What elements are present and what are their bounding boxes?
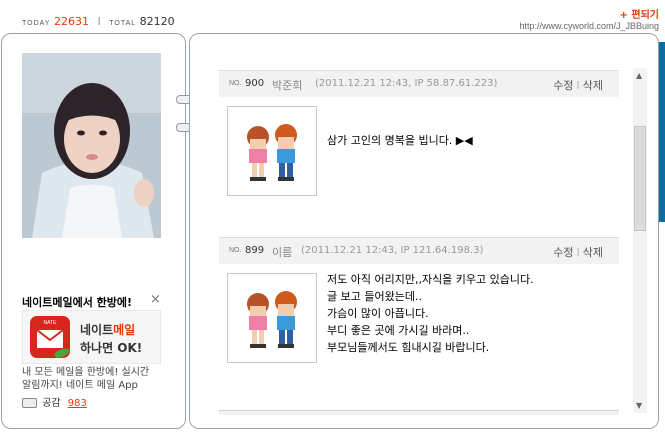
today-label: TODAY xyxy=(22,20,51,27)
profile-panel: 네이트메일에서 한방에! × NATE 네이트메일 하나면 OK! 내 모든 메… xyxy=(1,33,186,429)
entry-number: 900 xyxy=(245,78,265,89)
entry-author[interactable]: 이름 xyxy=(272,244,292,260)
entry-meta: (2011.12.21 12:43, IP 58.87.61.223) xyxy=(315,78,498,89)
side-menu-strip[interactable] xyxy=(659,42,665,222)
sympathy-button[interactable]: 공감 983 xyxy=(22,394,87,409)
entry-actions: 수정 I 삭제 xyxy=(553,246,603,259)
minimi-avatar[interactable] xyxy=(227,106,317,196)
top-bar: TODAY 22631 I TOTAL 82120 + 편되기 http://w… xyxy=(0,0,665,34)
minimi-girl-icon xyxy=(247,126,269,181)
total-count: 82120 xyxy=(139,15,175,28)
entry-meta: (2011.12.21 12:43, IP 121.64.198.3) xyxy=(301,245,484,256)
scroll-up-icon[interactable]: ▲ xyxy=(636,71,642,80)
minimi-girl-icon xyxy=(247,293,269,348)
svg-text:네이트메일: 네이트메일 xyxy=(80,322,135,337)
sympathy-count[interactable]: 983 xyxy=(68,398,87,409)
minimi-avatar[interactable] xyxy=(227,273,317,363)
entry-header: NO. 900 박준희 (2011.12.21 12:43, IP 58.87.… xyxy=(219,70,619,97)
close-icon[interactable]: × xyxy=(150,292,161,307)
scrollbar-thumb[interactable] xyxy=(634,126,646,231)
edit-button[interactable]: 수정 xyxy=(553,246,573,259)
ad-description[interactable]: 내 모든 메일을 한방에! 실시간 알림까지! 네이트 메일 App xyxy=(22,366,172,392)
visitor-counter: TODAY 22631 I TOTAL 82120 xyxy=(22,15,175,28)
delete-button[interactable]: 삭제 xyxy=(583,246,603,259)
minihome-url[interactable]: http://www.cyworld.com/J_JBBuing xyxy=(519,21,659,31)
profile-photo[interactable] xyxy=(22,53,161,238)
counter-separator: I xyxy=(97,15,101,28)
nate-mail-ad-banner[interactable]: NATE 네이트메일 하나면 OK! xyxy=(21,309,162,365)
minimi-boy-icon xyxy=(275,124,297,181)
entry-message: 저도 아직 어리지만,,자식을 키우고 있습니다. 글 보고 들어왔는데.. 가… xyxy=(327,273,534,354)
entries-bottom-divider xyxy=(219,410,619,415)
entry-actions: 수정 I 삭제 xyxy=(553,79,603,92)
delete-button[interactable]: 삭제 xyxy=(583,79,603,92)
ad-brand-label: NATE xyxy=(44,320,58,326)
entry-header: NO. 899 이름 (2011.12.21 12:43, IP 121.64.… xyxy=(219,237,619,264)
minimi-boy-icon xyxy=(275,291,297,348)
sympathy-icon xyxy=(22,398,37,408)
entry-message: 삼가 고인의 명복을 빕니다. ▶◀ xyxy=(327,134,473,147)
total-label: TOTAL xyxy=(109,20,137,27)
ad-banner-line1-a: 네이트 xyxy=(80,322,113,337)
scroll-down-icon[interactable]: ▼ xyxy=(636,401,642,410)
ad-desc-line1: 내 모든 메일을 한방에! 실시간 xyxy=(22,367,150,378)
entry-number: 899 xyxy=(245,245,265,256)
entry-number-label: NO. xyxy=(229,247,242,254)
scrollbar[interactable]: ▲ ▼ xyxy=(633,68,647,413)
edit-button[interactable]: 수정 xyxy=(553,79,573,92)
ad-desc-line2: 알림까지! 네이트 메일 App xyxy=(22,380,138,391)
sympathy-label: 공감 xyxy=(42,398,61,409)
entry-number-label: NO. xyxy=(229,80,242,87)
entry-author[interactable]: 박준희 xyxy=(272,77,302,93)
ad-banner-line1-b: 메일 xyxy=(113,322,135,337)
today-count: 22631 xyxy=(53,15,89,28)
ad-banner-line2: 하나면 OK! xyxy=(80,340,142,355)
ad-title[interactable]: 네이트메일에서 한방에! xyxy=(22,294,132,310)
edit-link[interactable]: + 편되기 xyxy=(620,6,659,21)
